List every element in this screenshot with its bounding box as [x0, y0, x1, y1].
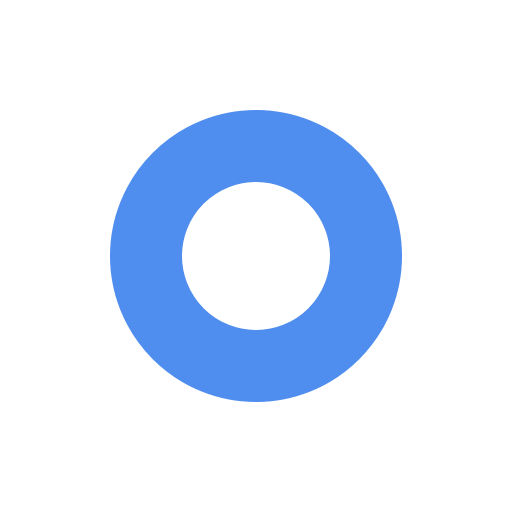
- icon-canvas: [0, 0, 512, 512]
- ring-icon: [110, 110, 402, 402]
- ring-shape: [110, 110, 402, 402]
